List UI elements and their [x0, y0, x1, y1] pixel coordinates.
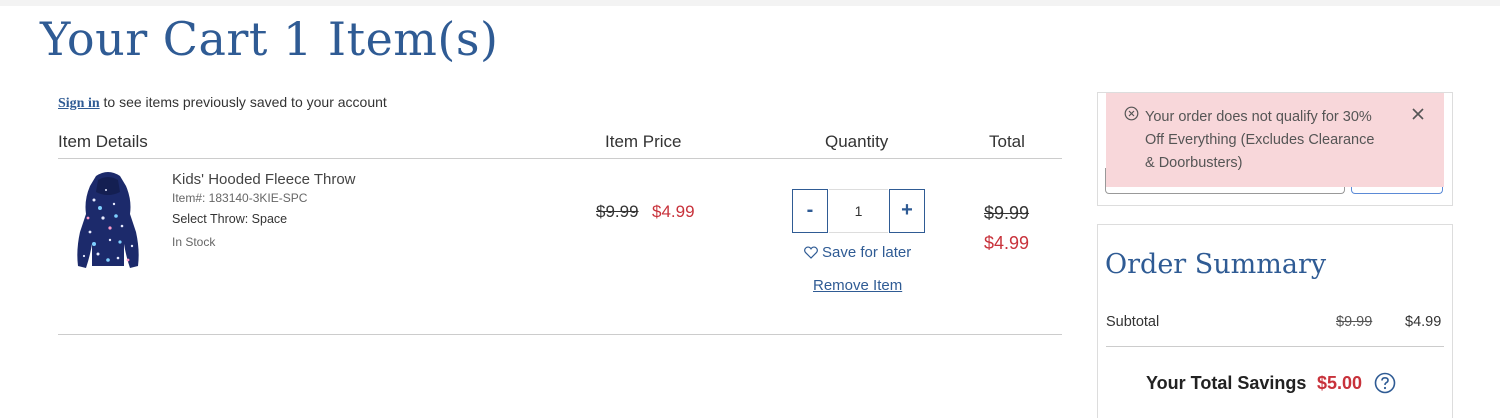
quantity-input[interactable]	[829, 189, 888, 233]
signin-text: to see items previously saved to your ac…	[99, 94, 387, 110]
save-for-later-link[interactable]: Save for later	[804, 244, 911, 261]
quantity-decrease-button[interactable]: -	[792, 189, 828, 233]
save-for-later-label: Save for later	[822, 244, 912, 261]
product-option: Select Throw: Space	[172, 212, 288, 226]
total-savings-amount: $5.00	[1317, 373, 1363, 393]
line-total-original: $9.99	[984, 203, 1030, 223]
item-price-sale: $4.99	[652, 202, 695, 221]
summary-divider	[1106, 346, 1444, 347]
quantity-increase-button[interactable]: +	[889, 189, 925, 233]
order-summary-title: Order Summary	[1105, 249, 1327, 280]
subtotal-original: $9.99	[1336, 314, 1373, 330]
question-circle-icon[interactable]	[1374, 372, 1396, 394]
column-item-price: Item Price	[605, 132, 682, 151]
column-quantity: Quantity	[825, 132, 889, 151]
product-name[interactable]: Kids' Hooded Fleece Throw	[172, 171, 356, 188]
total-savings-label: Your Total Savings	[1146, 373, 1307, 393]
line-total-sale: $4.99	[984, 233, 1030, 253]
product-image[interactable]	[70, 170, 146, 270]
top-bar	[0, 0, 1500, 6]
heart-icon	[804, 246, 818, 259]
subtotal-sale: $4.99	[1405, 314, 1442, 330]
page-title: Your Cart 1 Item(s)	[40, 12, 499, 66]
subtotal-label: Subtotal	[1106, 314, 1160, 330]
product-sku: Item#: 183140-3KIE-SPC	[172, 191, 308, 205]
row-divider	[58, 334, 1062, 335]
column-item-details: Item Details	[58, 132, 148, 151]
item-price-original: $9.99	[596, 202, 639, 221]
sign-in-link[interactable]: Sign in	[58, 96, 100, 111]
cart-table-header: Item Details Item Price Quantity Total	[58, 132, 1062, 159]
promo-alert-message: Your order does not qualify for 30% Off …	[1145, 109, 1375, 171]
circle-x-icon	[1124, 106, 1139, 121]
stock-status: In Stock	[172, 235, 216, 249]
remove-item-link[interactable]: Remove Item	[813, 277, 902, 294]
signin-prompt: Sign in to see items previously saved to…	[58, 94, 387, 112]
column-total: Total	[989, 132, 1025, 151]
close-icon[interactable]	[1410, 106, 1426, 122]
